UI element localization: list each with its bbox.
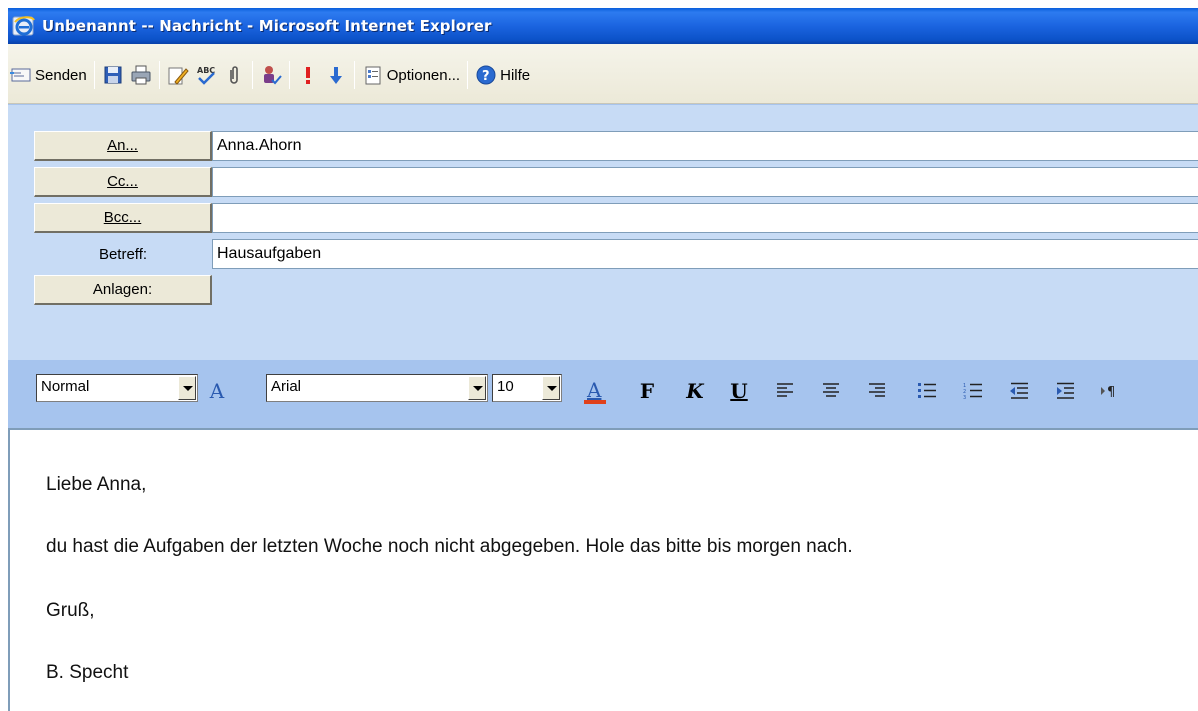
print-icon	[130, 64, 152, 86]
font-color-bar	[584, 400, 606, 404]
chevron-down-icon[interactable]	[542, 376, 560, 400]
font-color-button[interactable]: A	[582, 374, 608, 408]
spellcheck-button[interactable]: ABC	[192, 60, 220, 90]
bcc-button-label: Bcc...	[103, 209, 142, 226]
cc-button-label: Cc...	[107, 173, 138, 190]
italic-button[interactable]: K	[682, 374, 708, 408]
message-body-editor[interactable]: Liebe Anna, du hast die Aufgaben der let…	[8, 428, 1198, 711]
edit-icon	[167, 64, 189, 86]
chevron-down-icon[interactable]	[178, 376, 196, 400]
underline-button[interactable]: U	[726, 374, 752, 408]
help-icon: ?	[475, 64, 497, 86]
options-label: Optionen...	[386, 66, 461, 84]
send-icon	[10, 64, 32, 86]
spellcheck-icon: ABC	[195, 64, 217, 86]
numbered-list-icon: 123	[963, 383, 982, 400]
subject-label: Betreff:	[98, 245, 148, 263]
align-left-icon	[777, 383, 793, 397]
options-button[interactable]: Optionen...	[359, 60, 463, 90]
body-signature: B. Specht	[46, 662, 129, 683]
toolbar-separator	[93, 61, 95, 89]
save-icon	[102, 64, 124, 86]
style-icon[interactable]: A	[204, 374, 230, 408]
paragraph-direction-icon: ¶	[1101, 385, 1115, 400]
to-field[interactable]: Anna.Ahorn	[212, 131, 1198, 161]
align-center-button[interactable]	[818, 374, 844, 408]
low-priority-icon	[325, 64, 347, 86]
bold-button[interactable]: F	[634, 374, 660, 408]
svg-text:¶: ¶	[1107, 385, 1115, 400]
options-icon	[362, 64, 384, 86]
italic-icon: K	[686, 379, 704, 403]
decrease-indent-icon	[1010, 382, 1028, 399]
font-select-value: Arial	[271, 378, 302, 395]
help-button[interactable]: ? Hilfe	[472, 60, 533, 90]
formatting-toolbar: Normal A Arial 10 A F K U 1 2 3 ¶	[8, 360, 1198, 428]
toolbar-separator	[251, 61, 253, 89]
font-size-select-value: 10	[497, 378, 514, 395]
bold-icon: F	[639, 379, 655, 403]
style-select-value: Normal	[41, 378, 90, 395]
bcc-field[interactable]	[212, 203, 1198, 233]
bullet-list-button[interactable]	[914, 374, 940, 408]
help-label: Hilfe	[500, 66, 531, 84]
message-header: An... Anna.Ahorn Cc... Bcc... Betreff: H…	[8, 104, 1198, 362]
subject-field[interactable]: Hausaufgaben	[212, 239, 1198, 269]
align-right-button[interactable]	[864, 374, 890, 408]
underline-icon: U	[730, 379, 748, 403]
print-button[interactable]	[127, 60, 155, 90]
style-select[interactable]: Normal	[36, 374, 198, 402]
font-select[interactable]: Arial	[266, 374, 488, 402]
toolbar: Senden ABC Optionen... ? Hilfe	[8, 44, 1198, 104]
align-right-icon	[869, 383, 885, 397]
to-button[interactable]: An...	[34, 131, 212, 161]
cc-button[interactable]: Cc...	[34, 167, 212, 197]
attach-icon	[223, 64, 245, 86]
low-priority-button[interactable]	[322, 60, 350, 90]
cc-field[interactable]	[212, 167, 1198, 197]
send-button[interactable]: Senden	[8, 60, 90, 90]
internet-explorer-icon	[12, 14, 36, 38]
numbered-list-button[interactable]: 123	[960, 374, 986, 408]
bullet-list-icon	[918, 383, 936, 398]
toolbar-separator	[158, 61, 160, 89]
check-names-icon	[260, 64, 282, 86]
increase-indent-button[interactable]	[1052, 374, 1078, 408]
increase-indent-icon	[1057, 382, 1074, 399]
svg-text:?: ?	[482, 69, 490, 84]
edit-button[interactable]	[164, 60, 192, 90]
font-color-letter: A	[587, 378, 602, 402]
check-names-button[interactable]	[257, 60, 285, 90]
title-bar: Unbenannt -- Nachricht - Microsoft Inter…	[8, 8, 1198, 44]
toolbar-separator	[467, 61, 469, 89]
decrease-indent-button[interactable]	[1006, 374, 1032, 408]
body-text: du hast die Aufgaben der letzten Woche n…	[46, 536, 853, 557]
align-left-button[interactable]	[772, 374, 798, 408]
to-button-label: An...	[107, 137, 138, 154]
body-greeting: Liebe Anna,	[46, 474, 147, 495]
chevron-down-icon[interactable]	[468, 376, 486, 400]
save-button[interactable]	[99, 60, 127, 90]
attach-button[interactable]	[220, 60, 248, 90]
bcc-button[interactable]: Bcc...	[34, 203, 212, 233]
toolbar-separator	[353, 61, 355, 89]
high-priority-button[interactable]	[294, 60, 322, 90]
attachments-button[interactable]: Anlagen:	[34, 275, 212, 305]
font-size-select[interactable]: 10	[492, 374, 562, 402]
body-closing: Gruß,	[46, 600, 95, 621]
align-center-icon	[823, 383, 839, 397]
paragraph-direction-button[interactable]: ¶	[1098, 374, 1124, 408]
high-priority-icon	[297, 64, 319, 86]
style-icon-letter: A	[209, 379, 225, 403]
send-label: Senden	[35, 66, 87, 84]
window-title: Unbenannt -- Nachricht - Microsoft Inter…	[42, 17, 492, 35]
svg-text:3: 3	[963, 395, 966, 400]
toolbar-separator	[288, 61, 290, 89]
